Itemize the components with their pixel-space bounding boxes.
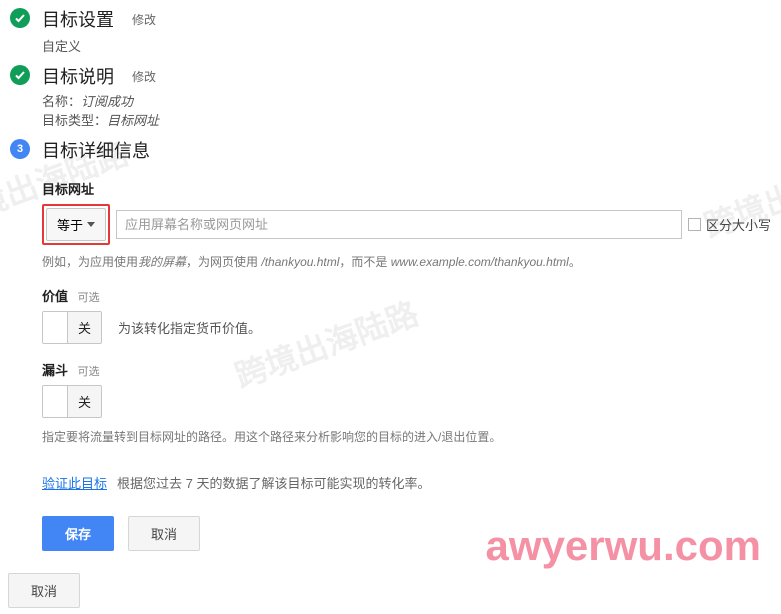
toggle-on[interactable]: [43, 312, 67, 343]
match-mode-select[interactable]: 等于: [46, 208, 106, 241]
toggle-off[interactable]: 关: [67, 386, 101, 417]
step-desc-type: 目标类型：目标网址: [42, 110, 771, 129]
funnel-toggle[interactable]: 关: [42, 385, 102, 418]
step-setup-sub: 自定义: [42, 36, 771, 55]
verify-desc: 根据您过去 7 天的数据了解该目标可能实现的转化率。: [117, 473, 430, 492]
verify-link[interactable]: 验证此目标: [42, 473, 107, 492]
case-sensitive-checkbox[interactable]: 区分大小写: [688, 215, 771, 234]
step-goal-detail: 3 目标详细信息 目标网址 等于: [10, 137, 771, 551]
save-button[interactable]: 保存: [42, 516, 114, 551]
funnel-desc: 指定要将流量转到目标网址的路径。用这个路径来分析影响您的目标的进入/退出位置。: [42, 428, 771, 445]
value-toggle[interactable]: 关: [42, 311, 102, 344]
destination-hint: 例如，为应用使用我的屏幕，为网页使用 /thankyou.html，而不是 ww…: [42, 253, 771, 270]
step-goal-setup: 目标设置 修改 自定义: [10, 6, 771, 55]
value-optional: 可选: [78, 292, 100, 304]
toggle-off[interactable]: 关: [67, 312, 101, 343]
funnel-label: 漏斗: [42, 363, 68, 378]
step-desc-name: 名称：订阅成功: [42, 91, 771, 110]
step-desc-edit[interactable]: 修改: [132, 68, 156, 85]
step-desc-title: 目标说明: [42, 63, 114, 89]
value-label: 价值: [42, 289, 68, 304]
checkbox-icon: [688, 218, 701, 231]
verify-row: 验证此目标 根据您过去 7 天的数据了解该目标可能实现的转化率。: [42, 473, 771, 492]
cancel-button[interactable]: 取消: [128, 516, 200, 551]
destination-label: 目标网址: [42, 179, 771, 198]
funnel-optional: 可选: [78, 366, 100, 378]
checkmark-icon: [10, 8, 30, 28]
toggle-on[interactable]: [43, 386, 67, 417]
step-setup-edit[interactable]: 修改: [132, 11, 156, 28]
step-setup-title: 目标设置: [42, 6, 114, 32]
cancel-outer-button[interactable]: 取消: [8, 573, 80, 608]
highlight-box: 等于: [42, 204, 110, 245]
chevron-down-icon: [87, 222, 95, 227]
checkmark-icon: [10, 65, 30, 85]
section-value: 价值 可选 关 为该转化指定货币价值。: [42, 286, 771, 344]
step-number-badge: 3: [10, 139, 30, 159]
destination-input[interactable]: [116, 210, 682, 239]
step-detail-title: 目标详细信息: [42, 137, 150, 163]
value-desc: 为该转化指定货币价值。: [118, 318, 261, 337]
step-goal-desc: 目标说明 修改 名称：订阅成功 目标类型：目标网址: [10, 63, 771, 129]
section-funnel: 漏斗 可选 关 指定要将流量转到目标网址的路径。用这个路径来分析影响您的目标的进…: [42, 360, 771, 445]
section-destination: 目标网址 等于 区分大小写 例如，为应用使用我的屏幕，为: [42, 179, 771, 270]
